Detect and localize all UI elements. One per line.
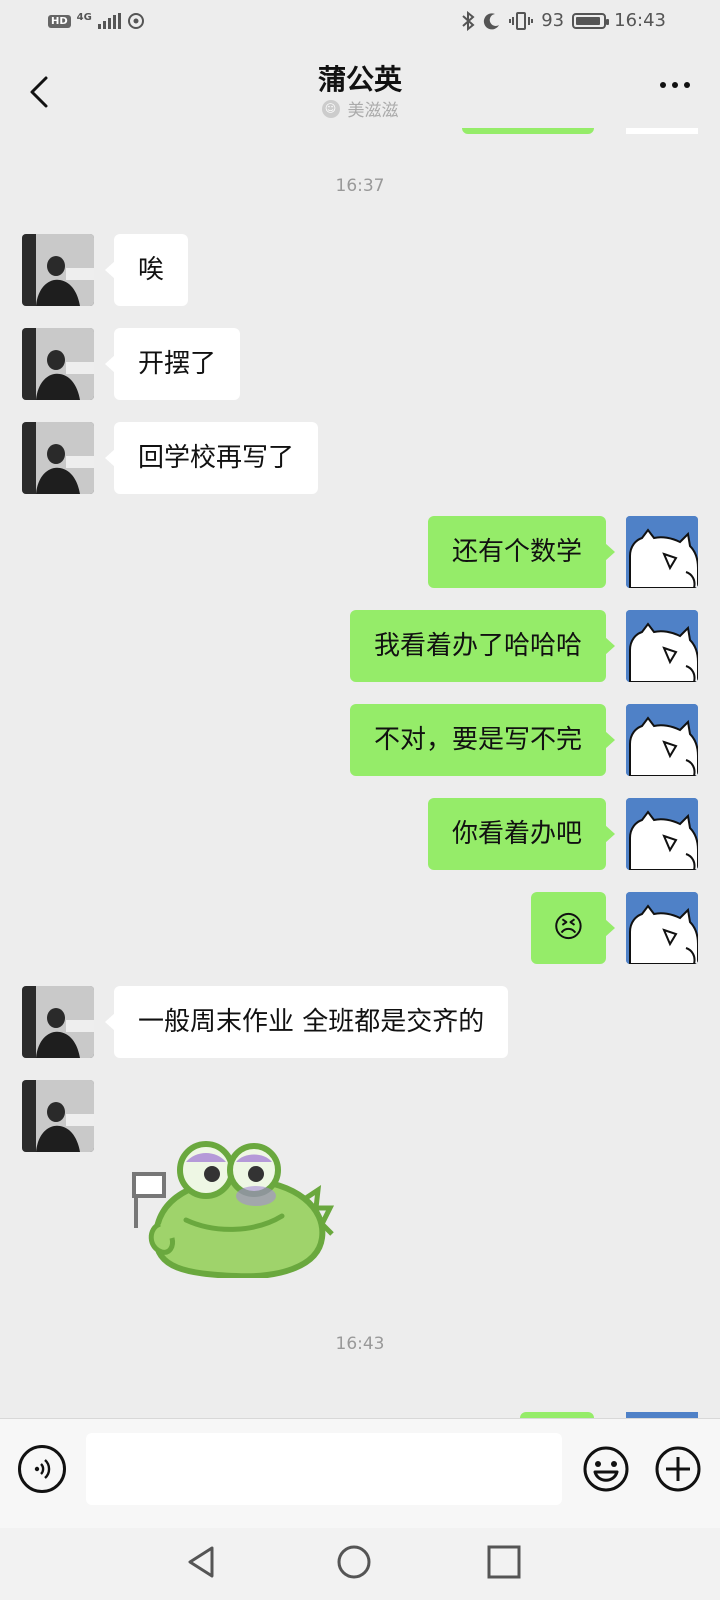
network-label: 4G bbox=[76, 11, 92, 23]
system-nav-bar bbox=[0, 1528, 720, 1600]
previous-message-edge bbox=[462, 128, 594, 134]
status-left: HD 4G bbox=[48, 12, 145, 30]
chat-subtitle: ☺ 美滋滋 bbox=[0, 96, 720, 121]
message-bubble-outgoing[interactable]: 我看着办了哈哈哈 bbox=[349, 610, 616, 682]
nav-back-icon[interactable] bbox=[182, 1542, 222, 1582]
message-bubble-incoming[interactable]: 回学校再写了 bbox=[104, 422, 319, 494]
battery-percent: 93 bbox=[541, 10, 565, 31]
input-bar bbox=[0, 1418, 720, 1529]
nav-home-icon[interactable] bbox=[334, 1542, 374, 1582]
contact-avatar[interactable] bbox=[22, 986, 94, 1058]
my-avatar[interactable] bbox=[626, 516, 698, 588]
time-marker: 16:37 bbox=[335, 176, 385, 196]
nav-recents-icon[interactable] bbox=[484, 1542, 524, 1582]
my-avatar[interactable] bbox=[626, 892, 698, 964]
my-avatar[interactable] bbox=[626, 704, 698, 776]
plus-icon[interactable] bbox=[654, 1445, 702, 1493]
message-bubble-incoming[interactable]: 开摆了 bbox=[104, 328, 241, 400]
contact-avatar[interactable] bbox=[22, 328, 94, 400]
bluetooth-icon bbox=[462, 10, 475, 31]
more-icon[interactable] bbox=[660, 82, 690, 88]
message-bubble-incoming[interactable]: 一般周末作业 全班都是交齐的 bbox=[104, 986, 509, 1058]
contact-avatar[interactable] bbox=[22, 1080, 94, 1152]
contact-avatar[interactable] bbox=[22, 234, 94, 306]
time-marker: 16:43 bbox=[335, 1334, 385, 1354]
status-right: 93 16:43 bbox=[461, 10, 666, 31]
previous-avatar-edge bbox=[626, 128, 698, 134]
message-input[interactable] bbox=[86, 1433, 562, 1505]
hd-badge: HD bbox=[48, 14, 71, 28]
data-saver-icon bbox=[127, 13, 144, 29]
frog-sticker[interactable] bbox=[126, 1128, 346, 1278]
message-bubble-incoming[interactable]: 唉 bbox=[104, 234, 189, 306]
clock: 16:43 bbox=[614, 10, 666, 31]
chat-title: 蒲公英 bbox=[317, 63, 402, 96]
contact-avatar[interactable] bbox=[22, 422, 94, 494]
signal-icon bbox=[97, 13, 121, 29]
voice-icon[interactable] bbox=[18, 1445, 66, 1493]
emoji-icon[interactable] bbox=[582, 1445, 630, 1493]
message-bubble-outgoing[interactable]: 还有个数学 bbox=[427, 516, 616, 588]
chat-header: 蒲公英 ☺ 美滋滋 bbox=[0, 48, 720, 134]
message-bubble-outgoing[interactable]: 你看着办吧 bbox=[427, 798, 616, 870]
battery-icon bbox=[572, 12, 610, 29]
my-avatar[interactable] bbox=[626, 610, 698, 682]
moon-icon bbox=[484, 12, 500, 29]
vibrate-icon bbox=[509, 11, 534, 30]
chat-status-text: 美滋滋 bbox=[347, 101, 399, 121]
my-avatar[interactable] bbox=[626, 798, 698, 870]
message-bubble-outgoing-emoji[interactable]: 😣 bbox=[530, 892, 616, 964]
status-bar: HD 4G 93 16:43 bbox=[0, 0, 720, 48]
message-bubble-outgoing[interactable]: 不对，要是写不完 bbox=[349, 704, 616, 776]
status-emoji-icon: ☺ bbox=[321, 99, 340, 118]
battery-level bbox=[576, 16, 601, 25]
